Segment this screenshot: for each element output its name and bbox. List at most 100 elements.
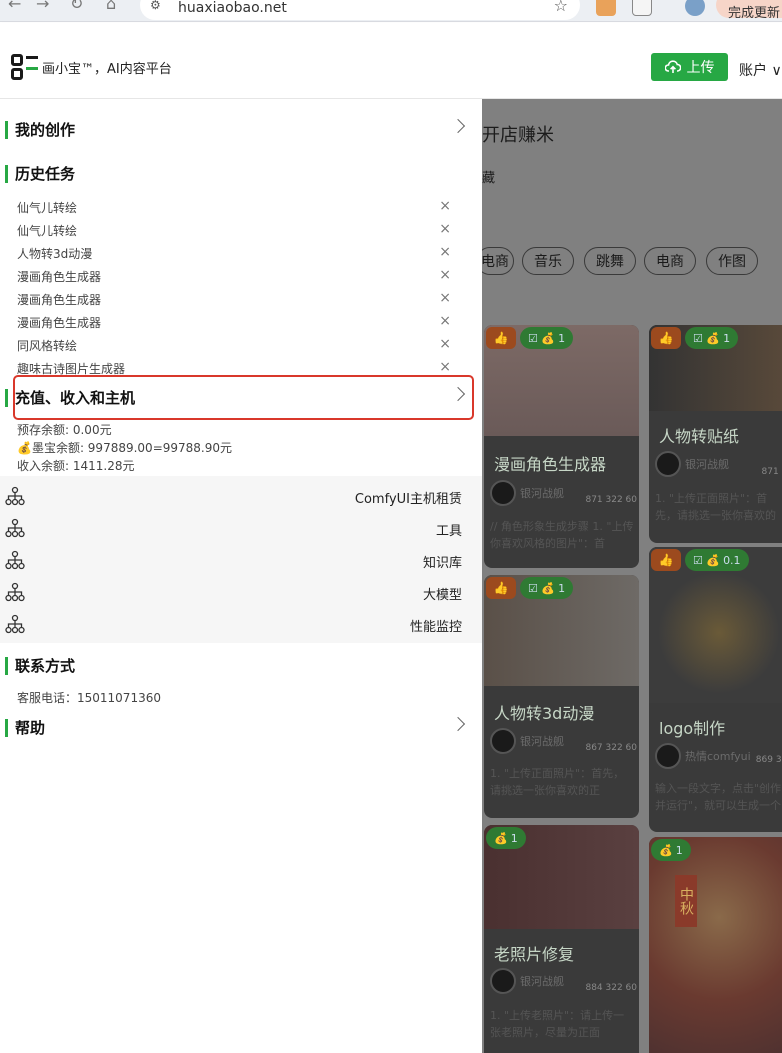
- card-author: 银河战舰: [655, 451, 729, 477]
- tool-item-performance-monitor[interactable]: 性能监控: [0, 609, 482, 639]
- history-item[interactable]: 仙气儿转绘 ×: [17, 221, 457, 240]
- browser-toolbar: ← → ↻ ⌂ ⚙ huaxiaobao.net ☆ 完成更新: [0, 0, 782, 22]
- history-item[interactable]: 仙气儿转绘 ×: [17, 198, 457, 217]
- card-stats: 871 322 60: [585, 495, 637, 505]
- hierarchy-icon: [5, 550, 25, 570]
- tag-chip: 作图: [706, 247, 758, 275]
- profile-avatar-icon[interactable]: [685, 0, 705, 16]
- hierarchy-icon: [5, 614, 25, 634]
- side-drawer: 我的创作 历史任务 仙气儿转绘 × 仙气儿转绘 × 人物转3d动漫 × 漫画角色生成器…: [0, 99, 482, 1053]
- close-icon[interactable]: ×: [439, 267, 451, 283]
- chevron-right-icon: [450, 716, 466, 732]
- logo-icon[interactable]: [9, 53, 39, 83]
- workflow-card: 💰 1 老照片修复 银河战舰 884 322 60 1. "上传老照片"：请上传…: [484, 825, 639, 1053]
- price-badge: ☑ 💰 1: [520, 577, 574, 599]
- avatar: [655, 743, 681, 769]
- workflow-card: 👍 ☑ 💰 1 漫画角色生成器 银河战舰 871 322 60 // 角色形象生…: [484, 325, 639, 568]
- my-creations-item[interactable]: 我的创作: [5, 118, 471, 144]
- highlight-box: [13, 375, 474, 420]
- brand-name: 画小宝™，AI内容平台: [42, 62, 172, 77]
- workflow-card: 👍 ☑ 💰 1 人物转3d动漫 银河战舰 867 322 60 1. "上传正面…: [484, 575, 639, 818]
- close-icon[interactable]: ×: [439, 313, 451, 329]
- thumbs-up-icon: 👍: [651, 327, 681, 349]
- card-author: 热情comfyui: [655, 743, 751, 769]
- hierarchy-icon: [5, 486, 25, 506]
- help-item[interactable]: 帮助: [5, 716, 471, 742]
- history-item[interactable]: 漫画角色生成器 ×: [17, 290, 457, 309]
- card-author: 银河战舰: [490, 480, 564, 506]
- bookmark-star-icon[interactable]: ☆: [554, 0, 568, 15]
- cloud-upload-icon: [664, 60, 681, 73]
- card-title: logo制作: [659, 719, 726, 738]
- browser-update-button[interactable]: 完成更新: [716, 0, 782, 21]
- upload-button[interactable]: 上传: [651, 53, 728, 81]
- close-icon[interactable]: ×: [439, 244, 451, 260]
- section-accent-bar: [5, 121, 8, 139]
- back-arrow-icon[interactable]: ←: [8, 0, 21, 13]
- extension-puzzle-icon[interactable]: [632, 0, 652, 16]
- price-badge: ☑ 💰 1: [685, 327, 739, 349]
- extension-fox-icon[interactable]: [596, 0, 616, 16]
- prepaid-balance: 预存余额: 0.00元: [17, 423, 112, 437]
- coin-balance: 💰墨宝余额: 997889.00=99788.90元: [17, 441, 233, 455]
- section-accent-bar: [5, 165, 8, 183]
- close-icon[interactable]: ×: [439, 359, 451, 375]
- help-title: 帮助: [15, 719, 46, 737]
- forward-arrow-icon[interactable]: →: [36, 0, 49, 13]
- price-badge: 💰 1: [651, 839, 691, 861]
- card-title: 老照片修复: [494, 945, 575, 964]
- home-icon[interactable]: ⌂: [106, 0, 116, 13]
- section-accent-bar: [5, 657, 8, 675]
- price-badge: ☑ 💰 1: [520, 327, 574, 349]
- tool-item-knowledge-base[interactable]: 知识库: [0, 545, 482, 575]
- tool-label: 工具: [435, 524, 462, 539]
- card-description: 输入一段文字，点击"创作并运行"，就可以生成一个: [655, 782, 782, 812]
- site-info-icon[interactable]: ⚙: [150, 0, 161, 12]
- favorites-tab: 藏: [482, 171, 496, 186]
- workflow-card: 👍 ☑ 💰 1 人物转贴纸 银河战舰 871 32 1. "上传正面照片"：首先…: [649, 325, 782, 543]
- close-icon[interactable]: ×: [439, 221, 451, 237]
- card-stats: 867 322 60: [585, 743, 637, 753]
- price-badge: 💰 1: [486, 827, 526, 849]
- history-item[interactable]: 漫画角色生成器 ×: [17, 313, 457, 332]
- tag-chip: 电商: [482, 247, 514, 275]
- income-balance: 收入余额: 1411.28元: [17, 459, 135, 473]
- history-item[interactable]: 漫画角色生成器 ×: [17, 267, 457, 286]
- avatar: [490, 968, 516, 994]
- tool-label: 大模型: [422, 588, 462, 603]
- price-badge: ☑ 💰 0.1: [685, 549, 749, 571]
- contact-section-header: 联系方式: [5, 654, 471, 680]
- close-icon[interactable]: ×: [439, 290, 451, 306]
- card-description: 1. "上传正面照片"：首先，请挑选一张你喜欢的正: [490, 767, 625, 797]
- close-icon[interactable]: ×: [439, 336, 451, 352]
- tool-label: 知识库: [422, 556, 462, 571]
- history-item[interactable]: 人物转3d动漫 ×: [17, 244, 457, 263]
- card-title: 人物转贴纸: [659, 427, 740, 446]
- thumbs-up-icon: 👍: [486, 577, 516, 599]
- reload-icon[interactable]: ↻: [70, 0, 83, 13]
- tool-item-comfyui-rental[interactable]: ComfyUI主机租赁: [0, 481, 482, 511]
- card-author: 银河战舰: [490, 728, 564, 754]
- tool-item-large-model[interactable]: 大模型: [0, 577, 482, 607]
- tool-label: ComfyUI主机租赁: [354, 492, 462, 507]
- tag-chip: 音乐: [522, 247, 574, 275]
- address-bar[interactable]: ⚙ huaxiaobao.net ☆: [140, 0, 580, 20]
- card-badges: 👍 ☑ 💰 1: [651, 327, 739, 349]
- close-icon[interactable]: ×: [439, 198, 451, 214]
- card-badges: 👍 ☑ 💰 0.1: [651, 549, 749, 571]
- tool-item-tools[interactable]: 工具: [0, 513, 482, 543]
- account-menu[interactable]: 账户 ∨: [739, 60, 782, 80]
- card-stats: 869 322: [755, 755, 782, 765]
- my-creations-label: 我的创作: [15, 121, 76, 139]
- card-description: 1. "上传正面照片"：首先，请挑选一张你喜欢的: [655, 492, 776, 522]
- url-text: huaxiaobao.net: [178, 0, 287, 16]
- hierarchy-icon: [5, 582, 25, 602]
- card-title: 漫画角色生成器: [494, 455, 607, 474]
- card-description: // 角色形象生成步骤 1. "上传你喜欢风格的图片"：首: [490, 520, 634, 550]
- contact-title: 联系方式: [15, 657, 76, 675]
- card-author: 银河战舰: [490, 968, 564, 994]
- banner-title: 开店赚米: [482, 125, 554, 146]
- card-title: 中秋: [675, 875, 697, 927]
- tag-chip: 电商: [644, 247, 696, 275]
- history-item[interactable]: 同风格转绘 ×: [17, 336, 457, 355]
